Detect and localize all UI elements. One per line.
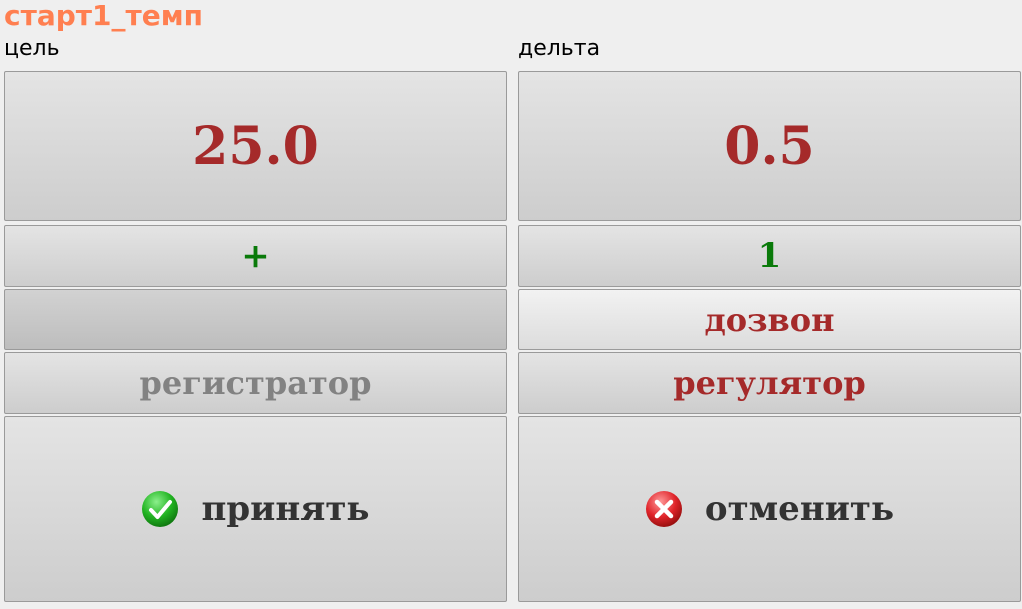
window-title: старт1_темп [4,0,203,32]
regulator-label: регулятор [673,364,866,402]
recorder-label: регистратор [139,364,372,402]
check-circle-icon [141,490,179,528]
recorder-button[interactable]: регистратор [4,352,507,414]
delta-label: дельта [518,36,601,61]
target-step-label: + [241,236,270,276]
target-step-button[interactable]: + [4,225,507,287]
cancel-button[interactable]: отменить [518,416,1021,602]
dial-button[interactable]: дозвон [518,289,1021,350]
delta-step-button[interactable]: 1 [518,225,1021,287]
x-circle-icon [645,490,683,528]
cancel-label: отменить [704,489,895,529]
accept-label: принять [201,489,370,529]
regulator-button[interactable]: регулятор [518,352,1021,414]
empty-button[interactable] [4,289,507,350]
dial-label: дозвон [704,300,835,339]
accept-button[interactable]: принять [4,416,507,602]
delta-step-label: 1 [757,236,782,276]
target-value-button[interactable]: 25.0 [4,71,507,221]
target-label: цель [4,36,60,61]
target-value: 25.0 [192,115,319,177]
delta-value-button[interactable]: 0.5 [518,71,1021,221]
delta-value: 0.5 [724,115,815,177]
